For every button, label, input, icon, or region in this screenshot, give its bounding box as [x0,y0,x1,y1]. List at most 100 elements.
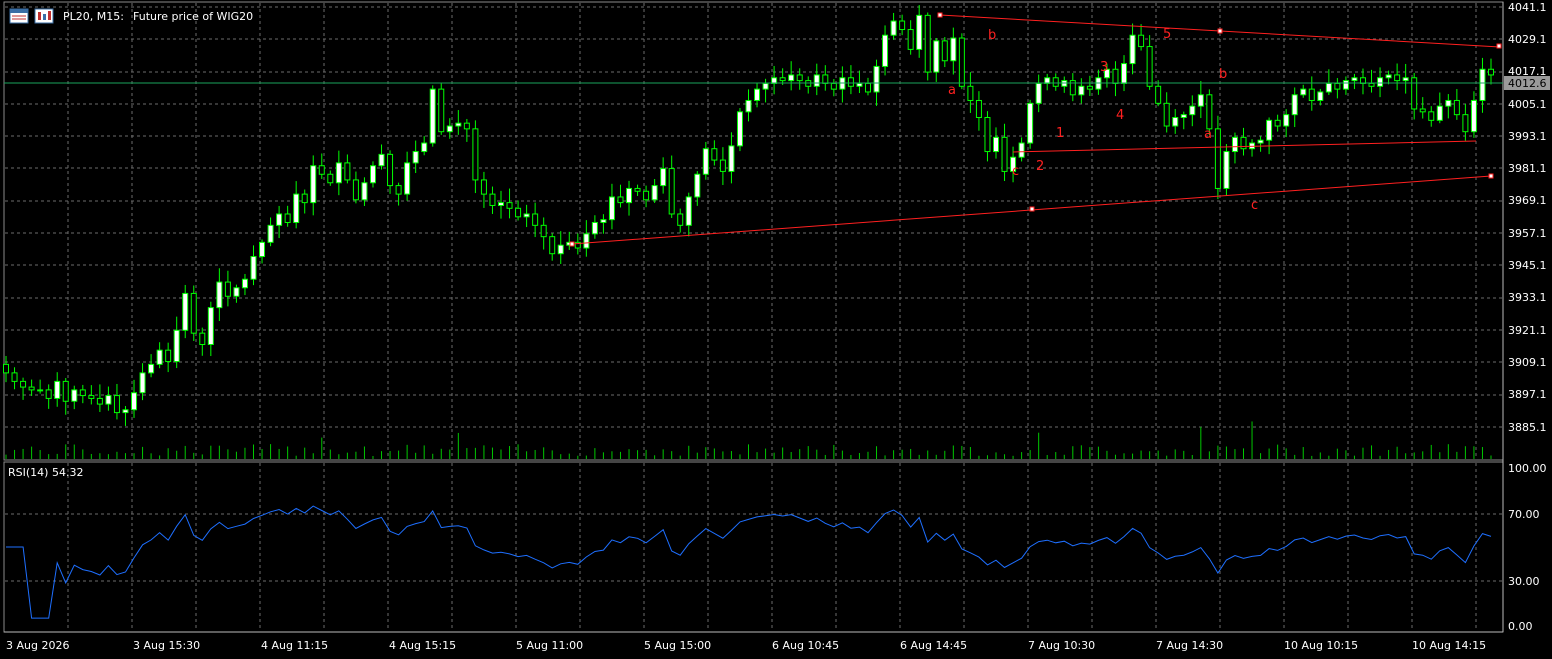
candle-body [933,40,940,73]
time-tick: 4 Aug 11:15 [261,639,328,652]
candle-body [975,99,982,118]
candle-body [916,14,923,50]
candle-body [736,111,743,147]
candle-body [387,153,394,187]
wave-label: 4 [1116,108,1124,123]
trendline-anchor[interactable] [1217,28,1223,34]
candle-body [335,162,342,184]
candle-body [1035,82,1042,104]
candle-body [1086,85,1093,90]
trendline-anchor[interactable] [937,12,943,18]
candle-body [651,185,658,201]
candle-body [480,179,487,195]
trendlines[interactable] [569,12,1502,247]
candle-body [719,159,726,172]
candle-body [71,389,78,402]
candle-body [1411,77,1418,110]
candle-body [1027,102,1034,144]
candle-body [1291,94,1298,116]
candle-body [241,278,248,289]
candle-body [1445,99,1452,107]
price-chart[interactable]: a b c 1 2 3 4 5 a b c 4041.1 4029.1 4017… [0,0,1552,659]
candle-body [378,153,385,167]
candle-body [352,179,359,201]
chart-window-menu-icon[interactable] [9,8,29,24]
candle-body [11,372,18,382]
candle-body [113,395,120,414]
candle-body [3,363,9,374]
candle-body [182,292,189,331]
candle-body [1001,136,1008,172]
candle-body [472,128,479,181]
candle-body [455,122,462,127]
time-tick: 7 Aug 10:30 [1028,639,1095,652]
candle-body [941,40,948,62]
candle-body [924,14,931,73]
candle-body [1453,99,1460,116]
candle-body [199,332,206,345]
trendline-anchor[interactable] [1029,206,1035,212]
candle-body [822,74,829,84]
candle-body [105,395,112,405]
candle-body [677,213,684,226]
candle-body [276,213,283,226]
candle-body [549,236,556,255]
candle-body [131,392,138,411]
candle-body [148,363,155,374]
candle-body [754,88,761,101]
candle-body [259,241,266,258]
rsi-tick: 0.00 [1508,620,1533,633]
candle-body [1214,128,1221,189]
candles [3,5,1494,426]
candle-body [813,74,820,87]
candle-body [1112,68,1119,84]
candle-body [1317,91,1324,101]
candle-body [958,37,965,87]
price-tick: 3885.1 [1508,421,1547,434]
symbol-description: Future price of WIG20 [133,10,253,23]
trendline-anchor[interactable] [1488,173,1494,179]
candle-body [626,187,633,204]
candle-body [1377,77,1384,87]
candle-body [745,99,752,113]
price-tick: 3921.1 [1508,324,1547,337]
candle-body [284,213,291,223]
candlestick-chart-icon[interactable] [34,8,54,24]
symbol-timeframe: PL20, M15: [63,10,124,23]
candle-body [1138,34,1145,48]
candle-body [293,193,300,223]
candle-body [1146,46,1153,87]
candle-body [583,233,590,249]
candle-body [395,185,402,195]
candle-body [1402,77,1409,82]
time-tick: 3 Aug 15:30 [133,639,200,652]
candle-body [1052,77,1059,87]
candle-body [463,122,470,130]
candle-body [1419,108,1426,113]
candle-body [412,151,419,164]
candle-body [1257,139,1264,144]
candle-body [608,196,615,221]
candle-body [190,292,197,334]
wave-label: 2 [1036,159,1044,174]
time-tick: 7 Aug 14:30 [1156,639,1223,652]
candle-body [216,281,223,309]
candle-body [62,380,69,402]
candle-body [438,88,445,133]
candle-body [873,65,880,93]
trendline-anchor[interactable] [569,241,575,247]
candle-body [1180,114,1187,118]
candle-body [1206,94,1213,130]
candle-body [1385,74,1392,79]
candle-body [523,213,530,218]
candle-body [856,82,863,87]
candle-body [1300,88,1307,96]
candle-body [967,85,974,101]
candle-body [540,224,547,238]
candle-body [344,162,351,181]
price-tick: 3933.1 [1508,291,1547,304]
candle-body [711,148,718,161]
trendline-anchor[interactable] [1496,43,1502,49]
price-tick: 3981.1 [1508,162,1547,175]
candle-body [993,136,999,153]
